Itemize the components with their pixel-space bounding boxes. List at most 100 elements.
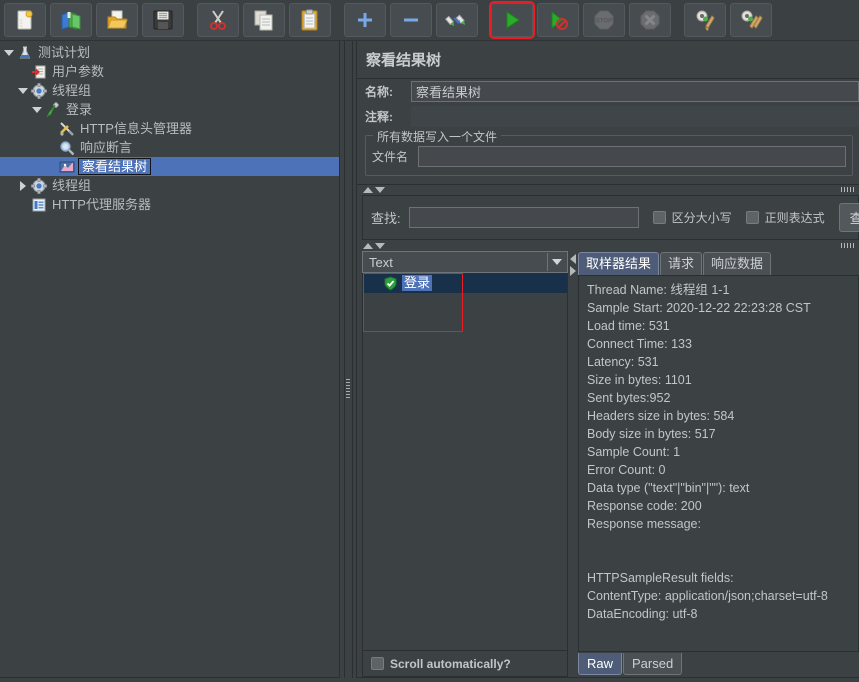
results-detail-splitter[interactable] xyxy=(568,251,578,677)
tree-node-3[interactable]: 登录 xyxy=(0,100,339,119)
tab-request[interactable]: 请求 xyxy=(660,252,703,275)
divider-dots-icon xyxy=(841,187,855,192)
divider-arrows[interactable] xyxy=(363,186,385,193)
tree-node-label: 用户参数 xyxy=(52,64,105,79)
tree-node-5[interactable]: 响应断言 xyxy=(0,138,339,157)
scroll-automatically-checkbox[interactable]: Scroll automatically? xyxy=(371,657,511,671)
toolbar-separator-1 xyxy=(186,20,195,21)
find-button[interactable]: 查找 xyxy=(838,203,859,232)
sampler-result-line: ContentType: application/json;charset=ut… xyxy=(587,589,828,603)
tab-raw[interactable]: Raw xyxy=(578,653,623,675)
thread-group-icon xyxy=(30,177,47,194)
copy-button[interactable] xyxy=(243,3,285,37)
detail-tabstrip: 取样器结果 请求 响应数据 xyxy=(578,251,859,275)
view-results-tree-panel: 察看结果树 名称: 注释: 所有数据写入一个文件 文件名 xyxy=(356,41,859,678)
start-button[interactable] xyxy=(489,1,535,39)
toolbar-group-tree xyxy=(342,3,480,37)
checkbox-box[interactable] xyxy=(745,211,759,224)
toolbar-separator-4 xyxy=(673,20,682,21)
filename-input[interactable] xyxy=(418,146,846,167)
tree-node-label: 察看结果树 xyxy=(78,158,152,175)
tree-node-label: HTTP代理服务器 xyxy=(52,197,151,212)
paste-button[interactable] xyxy=(289,3,331,37)
chevron-down-icon[interactable] xyxy=(375,242,385,249)
regex-label: 正则表达式 xyxy=(764,211,825,225)
open-button[interactable] xyxy=(96,3,138,37)
sampler-result-line: Body size in bytes: 517 xyxy=(587,427,716,441)
shutdown-button[interactable] xyxy=(629,3,671,37)
chevron-right-icon[interactable] xyxy=(570,266,576,276)
jmeter-window: STOP 测试计划 用户参数 线程组 登录 HTTP信息头管理器 响应断言 察看… xyxy=(0,0,859,682)
tab-parsed[interactable]: Parsed xyxy=(623,653,683,675)
chevron-down-icon[interactable] xyxy=(547,253,565,271)
write-all-data-group: 所有数据写入一个文件 文件名 xyxy=(365,128,853,176)
tab-sampler-result[interactable]: 取样器结果 xyxy=(578,252,660,275)
assertion-icon xyxy=(58,139,75,156)
sampler-result-line: Headers size in bytes: 584 xyxy=(587,409,735,423)
tree-expand-collapse-down-icon[interactable] xyxy=(16,81,30,100)
tree-node-8[interactable]: HTTP代理服务器 xyxy=(0,195,339,214)
save-button[interactable] xyxy=(142,3,184,37)
tree-node-7[interactable]: 线程组 xyxy=(0,176,339,195)
tree-twisty-spacer xyxy=(16,62,30,81)
sampler-result-line: Data type ("text"|"bin"|""): text xyxy=(587,481,750,495)
svg-text:STOP: STOP xyxy=(596,19,612,25)
sampler-result-line xyxy=(587,533,854,551)
sampler-result-line: Latency: 531 xyxy=(587,355,659,369)
cut-button[interactable] xyxy=(197,3,239,37)
comment-label: 注释: xyxy=(365,110,393,124)
tree-expand-collapse-down-icon[interactable] xyxy=(2,43,16,62)
tree-node-0[interactable]: 测试计划 xyxy=(0,43,339,62)
templates-button[interactable] xyxy=(50,3,92,37)
clear-all-button[interactable] xyxy=(730,3,772,37)
green-shield-check-icon xyxy=(383,275,398,291)
sampler-result-text[interactable]: Thread Name: 线程组 1-1 Sample Start: 2020-1… xyxy=(578,275,859,652)
toggle-button[interactable] xyxy=(436,3,478,37)
sampler-result-line: Response code: 200 xyxy=(587,499,702,513)
toolbar-group-run: STOP xyxy=(489,1,673,39)
collapse-all-button[interactable] xyxy=(390,3,432,37)
results-split-divider[interactable] xyxy=(357,240,859,251)
comment-input[interactable] xyxy=(411,106,859,127)
stop-button[interactable]: STOP xyxy=(583,3,625,37)
horizontal-splitter[interactable] xyxy=(340,41,356,678)
tab-response-data[interactable]: 响应数据 xyxy=(703,252,772,275)
checkbox-box[interactable] xyxy=(371,657,384,670)
tree-node-6[interactable]: 察看结果树 xyxy=(0,157,339,176)
divider-arrows[interactable] xyxy=(363,242,385,249)
tree-expand-collapse-right-icon[interactable] xyxy=(16,176,30,195)
chevron-up-icon[interactable] xyxy=(363,186,373,193)
render-selector-value: Text xyxy=(369,254,393,270)
tree-node-1[interactable]: 用户参数 xyxy=(0,62,339,81)
start-no-pauses-button[interactable] xyxy=(537,3,579,37)
scroll-automatically-label: Scroll automatically? xyxy=(390,656,511,671)
tree-node-label: 响应断言 xyxy=(80,140,133,155)
chevron-up-icon[interactable] xyxy=(363,242,373,249)
write-all-data-legend: 所有数据写入一个文件 xyxy=(373,128,502,145)
splitter-grip[interactable] xyxy=(346,379,350,399)
search-input[interactable] xyxy=(408,207,639,228)
expand-all-button[interactable] xyxy=(344,3,386,37)
checkbox-box[interactable] xyxy=(652,211,666,224)
render-selector[interactable]: Text xyxy=(362,251,568,273)
name-input[interactable] xyxy=(411,81,859,102)
clear-button[interactable] xyxy=(684,3,726,37)
search-split-divider-top[interactable] xyxy=(357,184,859,195)
results-tree[interactable]: 登录 xyxy=(362,273,568,651)
test-plan-tree[interactable]: 测试计划 用户参数 线程组 登录 HTTP信息头管理器 响应断言 察看结果树 线程组 HTTP代… xyxy=(0,41,339,214)
new-button[interactable] xyxy=(4,3,46,37)
tree-node-4[interactable]: HTTP信息头管理器 xyxy=(0,119,339,138)
tree-node-2[interactable]: 线程组 xyxy=(0,81,339,100)
sampler-result-line xyxy=(587,551,854,569)
tree-expand-collapse-down-icon[interactable] xyxy=(30,100,44,119)
sampler-result-line: Thread Name: 线程组 1-1 xyxy=(587,283,730,297)
result-entry-row[interactable]: 登录 xyxy=(363,273,567,293)
thread-group-icon xyxy=(30,82,47,99)
case-sensitive-checkbox[interactable]: 区分大小写 xyxy=(652,209,732,226)
case-sensitive-label: 区分大小写 xyxy=(671,211,732,225)
regex-checkbox[interactable]: 正则表达式 xyxy=(745,209,825,226)
test-plan-icon xyxy=(16,44,33,61)
chevron-down-icon[interactable] xyxy=(375,186,385,193)
chevron-left-icon[interactable] xyxy=(570,254,576,264)
sampler-result-line: Sample Count: 1 xyxy=(587,445,681,459)
